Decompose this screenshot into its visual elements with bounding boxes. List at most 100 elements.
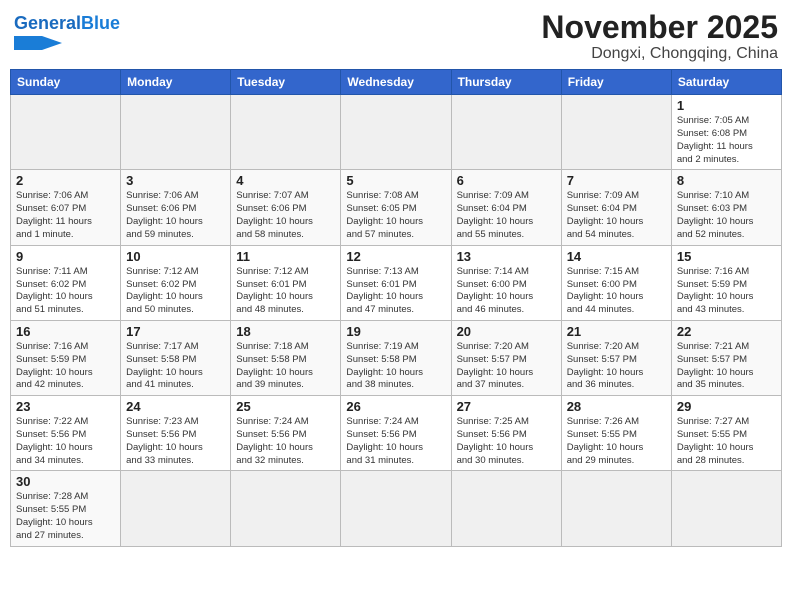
calendar-cell: 4 Sunrise: 7:07 AM Sunset: 6:06 PM Daylig… — [231, 170, 341, 245]
calendar-cell: 20 Sunrise: 7:20 AM Sunset: 5:57 PM Dayli… — [451, 320, 561, 395]
calendar-cell: 17Sunrise: 7:17 AM Sunset: 5:58 PM Dayli… — [121, 320, 231, 395]
month-title: November 2025 — [541, 10, 778, 45]
logo: GeneralBlue — [14, 10, 120, 54]
day-info: Sunrise: 7:28 AM Sunset: 5:55 PM Dayligh… — [16, 491, 115, 542]
day-info: Sunrise: 7:16 AM Sunset: 5:59 PM Dayligh… — [677, 266, 776, 317]
title-section: November 2025 Dongxi, Chongqing, China — [541, 10, 778, 63]
calendar-cell: 1 Sunrise: 7:05 AM Sunset: 6:08 PM Daylig… — [671, 95, 781, 170]
day-number: 8 — [677, 173, 776, 188]
day-info: Sunrise: 7:20 AM Sunset: 5:57 PM Dayligh… — [567, 341, 666, 392]
day-number: 25 — [236, 399, 335, 414]
calendar-cell — [451, 471, 561, 546]
day-number: 14 — [567, 249, 666, 264]
calendar-cell — [671, 471, 781, 546]
calendar-cell — [231, 471, 341, 546]
day-number: 1 — [677, 98, 776, 113]
day-number: 22 — [677, 324, 776, 339]
weekday-header-wednesday: Wednesday — [341, 70, 451, 95]
day-info: Sunrise: 7:21 AM Sunset: 5:57 PM Dayligh… — [677, 341, 776, 392]
calendar-cell: 25 Sunrise: 7:24 AM Sunset: 5:56 PM Dayli… — [231, 396, 341, 471]
day-number: 16 — [16, 324, 115, 339]
calendar-cell: 8Sunrise: 7:10 AM Sunset: 6:03 PM Daylig… — [671, 170, 781, 245]
day-number: 18 — [236, 324, 335, 339]
calendar-week-row: 30 Sunrise: 7:28 AM Sunset: 5:55 PM Dayli… — [11, 471, 782, 546]
day-info: Sunrise: 7:13 AM Sunset: 6:01 PM Dayligh… — [346, 266, 445, 317]
logo-icon — [14, 36, 62, 54]
logo-blue: Blue — [81, 13, 120, 33]
day-number: 11 — [236, 249, 335, 264]
day-info: Sunrise: 7:12 AM Sunset: 6:01 PM Dayligh… — [236, 266, 335, 317]
day-number: 27 — [457, 399, 556, 414]
calendar-week-row: 2Sunrise: 7:06 AM Sunset: 6:07 PM Daylig… — [11, 170, 782, 245]
day-number: 6 — [457, 173, 556, 188]
day-info: Sunrise: 7:24 AM Sunset: 5:56 PM Dayligh… — [236, 416, 335, 467]
day-number: 28 — [567, 399, 666, 414]
calendar-cell: 28 Sunrise: 7:26 AM Sunset: 5:55 PM Dayli… — [561, 396, 671, 471]
day-info: Sunrise: 7:07 AM Sunset: 6:06 PM Dayligh… — [236, 190, 335, 241]
day-info: Sunrise: 7:09 AM Sunset: 6:04 PM Dayligh… — [457, 190, 556, 241]
calendar-cell: 3 Sunrise: 7:06 AM Sunset: 6:06 PM Daylig… — [121, 170, 231, 245]
weekday-header-monday: Monday — [121, 70, 231, 95]
day-number: 15 — [677, 249, 776, 264]
calendar-cell — [451, 95, 561, 170]
day-info: Sunrise: 7:12 AM Sunset: 6:02 PM Dayligh… — [126, 266, 225, 317]
day-info: Sunrise: 7:05 AM Sunset: 6:08 PM Dayligh… — [677, 115, 776, 166]
day-number: 5 — [346, 173, 445, 188]
calendar-cell: 29Sunrise: 7:27 AM Sunset: 5:55 PM Dayli… — [671, 396, 781, 471]
day-info: Sunrise: 7:16 AM Sunset: 5:59 PM Dayligh… — [16, 341, 115, 392]
calendar-cell: 5 Sunrise: 7:08 AM Sunset: 6:05 PM Daylig… — [341, 170, 451, 245]
calendar-cell: 15 Sunrise: 7:16 AM Sunset: 5:59 PM Dayli… — [671, 245, 781, 320]
day-info: Sunrise: 7:09 AM Sunset: 6:04 PM Dayligh… — [567, 190, 666, 241]
calendar-cell: 10Sunrise: 7:12 AM Sunset: 6:02 PM Dayli… — [121, 245, 231, 320]
weekday-header-friday: Friday — [561, 70, 671, 95]
day-info: Sunrise: 7:14 AM Sunset: 6:00 PM Dayligh… — [457, 266, 556, 317]
calendar-cell: 27Sunrise: 7:25 AM Sunset: 5:56 PM Dayli… — [451, 396, 561, 471]
calendar-cell: 14 Sunrise: 7:15 AM Sunset: 6:00 PM Dayli… — [561, 245, 671, 320]
day-info: Sunrise: 7:27 AM Sunset: 5:55 PM Dayligh… — [677, 416, 776, 467]
day-info: Sunrise: 7:26 AM Sunset: 5:55 PM Dayligh… — [567, 416, 666, 467]
day-number: 30 — [16, 474, 115, 489]
calendar-cell: 30 Sunrise: 7:28 AM Sunset: 5:55 PM Dayli… — [11, 471, 121, 546]
day-number: 19 — [346, 324, 445, 339]
day-number: 3 — [126, 173, 225, 188]
calendar-cell: 12 Sunrise: 7:13 AM Sunset: 6:01 PM Dayli… — [341, 245, 451, 320]
calendar-cell — [561, 95, 671, 170]
day-number: 24 — [126, 399, 225, 414]
calendar-cell: 26Sunrise: 7:24 AM Sunset: 5:56 PM Dayli… — [341, 396, 451, 471]
calendar-cell: 18Sunrise: 7:18 AM Sunset: 5:58 PM Dayli… — [231, 320, 341, 395]
day-number: 4 — [236, 173, 335, 188]
day-info: Sunrise: 7:20 AM Sunset: 5:57 PM Dayligh… — [457, 341, 556, 392]
calendar-cell: 2Sunrise: 7:06 AM Sunset: 6:07 PM Daylig… — [11, 170, 121, 245]
logo-general: General — [14, 13, 81, 33]
day-info: Sunrise: 7:22 AM Sunset: 5:56 PM Dayligh… — [16, 416, 115, 467]
calendar-week-row: 1 Sunrise: 7:05 AM Sunset: 6:08 PM Daylig… — [11, 95, 782, 170]
calendar-cell: 7 Sunrise: 7:09 AM Sunset: 6:04 PM Daylig… — [561, 170, 671, 245]
weekday-header-sunday: Sunday — [11, 70, 121, 95]
day-number: 7 — [567, 173, 666, 188]
day-number: 23 — [16, 399, 115, 414]
day-info: Sunrise: 7:06 AM Sunset: 6:06 PM Dayligh… — [126, 190, 225, 241]
calendar-cell: 23 Sunrise: 7:22 AM Sunset: 5:56 PM Dayli… — [11, 396, 121, 471]
calendar-cell: 11 Sunrise: 7:12 AM Sunset: 6:01 PM Dayli… — [231, 245, 341, 320]
logo-text: GeneralBlue — [14, 14, 120, 34]
location: Dongxi, Chongqing, China — [541, 45, 778, 63]
day-number: 9 — [16, 249, 115, 264]
calendar-cell: 19Sunrise: 7:19 AM Sunset: 5:58 PM Dayli… — [341, 320, 451, 395]
calendar-cell: 9Sunrise: 7:11 AM Sunset: 6:02 PM Daylig… — [11, 245, 121, 320]
day-info: Sunrise: 7:15 AM Sunset: 6:00 PM Dayligh… — [567, 266, 666, 317]
day-info: Sunrise: 7:23 AM Sunset: 5:56 PM Dayligh… — [126, 416, 225, 467]
calendar-cell — [121, 471, 231, 546]
calendar-cell — [231, 95, 341, 170]
day-info: Sunrise: 7:17 AM Sunset: 5:58 PM Dayligh… — [126, 341, 225, 392]
day-number: 12 — [346, 249, 445, 264]
day-info: Sunrise: 7:08 AM Sunset: 6:05 PM Dayligh… — [346, 190, 445, 241]
day-number: 20 — [457, 324, 556, 339]
weekday-header-tuesday: Tuesday — [231, 70, 341, 95]
calendar-cell — [11, 95, 121, 170]
calendar-cell: 13Sunrise: 7:14 AM Sunset: 6:00 PM Dayli… — [451, 245, 561, 320]
calendar-week-row: 23 Sunrise: 7:22 AM Sunset: 5:56 PM Dayli… — [11, 396, 782, 471]
calendar-cell — [341, 95, 451, 170]
day-number: 26 — [346, 399, 445, 414]
calendar-cell: 21Sunrise: 7:20 AM Sunset: 5:57 PM Dayli… — [561, 320, 671, 395]
weekday-header-saturday: Saturday — [671, 70, 781, 95]
